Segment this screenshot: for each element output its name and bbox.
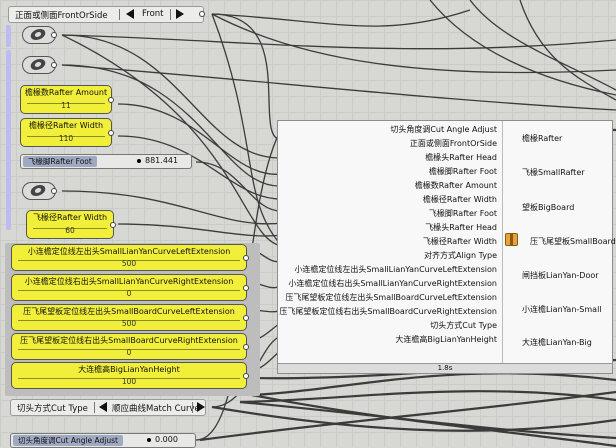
boolean-toggle-1[interactable]	[22, 26, 57, 44]
input-param[interactable]: 大连檐高BigLianYanHeight	[395, 334, 497, 345]
cut-type-value: 顺应曲线Match Curve	[112, 404, 200, 414]
boolean-toggle-3[interactable]	[22, 182, 57, 200]
slider-handle[interactable]	[147, 438, 151, 442]
input-param[interactable]: 檐椽数Rafter Amount	[415, 180, 497, 191]
small-lianyan-right-extension-slider[interactable]: 小连檐定位线右出头SmallLianYanCurveRightExtension…	[11, 274, 249, 301]
front-or-side-label: 正面或侧面FrontOrSide	[15, 11, 108, 21]
input-param[interactable]: 小连檐定位线左出头SmallLianYanCurveLeftExtension	[294, 264, 497, 275]
output-grip[interactable]	[199, 11, 205, 17]
next-option-arrow-icon[interactable]	[197, 402, 205, 412]
output-param[interactable]: 望板BigBoard	[522, 202, 574, 213]
small-board-right-extension-slider[interactable]: 压飞尾望板定位线右出头SmallBoardCurveRightExtension…	[11, 333, 249, 360]
output-grip[interactable]	[243, 315, 249, 321]
input-param[interactable]: 檐椽头Rafter Head	[425, 152, 497, 163]
output-param[interactable]: 檐椽Rafter	[522, 133, 562, 144]
slider-title: 飞椽脚Rafter Foot	[23, 156, 97, 167]
slider-title: 飞椽径Rafter Width	[32, 213, 108, 222]
input-param[interactable]: 飞椽脚Rafter Foot	[429, 208, 497, 219]
slider-value: 110	[58, 134, 74, 143]
output-param[interactable]: 飞椽SmallRafter	[522, 167, 585, 178]
output-param[interactable]: 压飞尾望板SmallBoard	[530, 236, 616, 247]
output-grip[interactable]	[108, 130, 114, 136]
separator	[192, 402, 193, 413]
input-param[interactable]: 对齐方式Align Type	[424, 250, 497, 261]
separator	[170, 9, 171, 20]
rafter-width-slider[interactable]: 檐椽径Rafter Width 110	[20, 118, 114, 147]
boolean-toggle-2[interactable]	[22, 56, 57, 74]
group-bar	[6, 25, 11, 47]
output-grip[interactable]	[243, 285, 249, 291]
input-param[interactable]: 檐椽径Rafter Width	[423, 194, 497, 205]
output-grip[interactable]	[108, 97, 114, 103]
big-lianyan-height-slider[interactable]: 大连檐高BigLianYanHeight 100	[11, 362, 249, 389]
slider-title: 小连檐定位线左出头SmallLianYanCurveLeftExtension	[27, 247, 231, 256]
output-grip[interactable]	[110, 222, 116, 228]
slider-value: 881.441	[145, 156, 179, 165]
python-script-component[interactable]: 切头角度调Cut Angle Adjust 正面或侧面FrontOrSide 檐…	[277, 120, 616, 374]
slider-title: 檐椽径Rafter Width	[28, 121, 104, 130]
cut-angle-number-slider[interactable]: 切头角度调Cut Angle Adjust 0.000	[10, 433, 196, 448]
next-option-arrow-icon[interactable]	[176, 9, 184, 19]
slider-value: 0	[126, 348, 132, 357]
separator	[94, 402, 95, 413]
slider-value: 0	[126, 289, 132, 298]
cut-type-selector[interactable]: 切头方式Cut Type 顺应曲线Match Curve	[10, 399, 206, 416]
front-or-side-value: Front	[142, 9, 164, 19]
input-param[interactable]: 飞椽径Rafter Width	[423, 236, 497, 247]
python-icon	[505, 233, 518, 246]
previous-option-arrow-icon[interactable]	[99, 402, 107, 412]
input-param[interactable]: 檐椽脚Rafter Foot	[429, 166, 497, 177]
cut-type-label: 切头方式Cut Type	[17, 404, 88, 414]
block-divider	[502, 121, 503, 364]
output-grip[interactable]	[51, 32, 57, 38]
output-param[interactable]: 闸挡板LianYan-Door	[522, 270, 599, 281]
small-board-left-extension-slider[interactable]: 压飞尾望板定位线左出头SmallBoardCurveLeftExtension …	[11, 304, 249, 331]
input-param[interactable]: 小连檐定位线右出头SmallLianYanCurveRightExtension	[288, 278, 497, 289]
output-param[interactable]: 小连檐LianYan-Small	[522, 304, 602, 315]
input-param[interactable]: 切头方式Cut Type	[430, 320, 497, 331]
output-grip[interactable]	[51, 188, 57, 194]
slider-value: 100	[121, 377, 137, 386]
output-grip[interactable]	[243, 344, 249, 350]
separator	[119, 9, 120, 20]
input-param[interactable]: 正面或侧面FrontOrSide	[410, 138, 497, 149]
slider-title: 切头角度调Cut Angle Adjust	[13, 435, 123, 446]
slider-handle[interactable]	[137, 159, 141, 163]
input-param[interactable]: 压飞尾望板定位线左出头SmallBoardCurveLeftExtension	[285, 292, 497, 303]
output-grip[interactable]	[51, 62, 57, 68]
output-grip[interactable]	[243, 373, 249, 379]
runtime-status: 1.8s	[278, 363, 612, 373]
rafter-amount-slider[interactable]: 檐椽数Rafter Amount 11	[20, 85, 114, 114]
slider-title: 小连檐定位线右出头SmallLianYanCurveRightExtension	[24, 277, 234, 286]
group-bar	[6, 50, 11, 230]
small-rafter-width-slider[interactable]: 飞椽径Rafter Width 60	[26, 210, 116, 239]
slider-title: 压飞尾望板定位线右出头SmallBoardCurveRightExtension	[20, 336, 238, 345]
slider-value: 60	[65, 226, 75, 235]
input-param[interactable]: 切头角度调Cut Angle Adjust	[390, 124, 497, 135]
previous-option-arrow-icon[interactable]	[126, 9, 134, 19]
slider-title: 大连檐高BigLianYanHeight	[78, 365, 180, 374]
slider-title: 檐椽数Rafter Amount	[24, 88, 108, 97]
front-or-side-selector[interactable]: 正面或侧面FrontOrSide Front	[8, 6, 205, 23]
slider-value: 500	[121, 259, 137, 268]
ring-icon	[28, 59, 48, 70]
input-param[interactable]: 飞椽头Rafter Head	[425, 222, 497, 233]
ring-icon	[28, 185, 48, 196]
slider-value: 0.000	[155, 435, 178, 444]
slider-value: 11	[61, 101, 71, 110]
ring-icon	[28, 29, 48, 40]
slider-title: 压飞尾望板定位线左出头SmallBoardCurveLeftExtension	[23, 307, 235, 316]
output-param[interactable]: 大连檐LianYan-Big	[522, 337, 592, 348]
small-lianyan-left-extension-slider[interactable]: 小连檐定位线左出头SmallLianYanCurveLeftExtension …	[11, 244, 249, 271]
rafter-foot-number-slider[interactable]: 飞椽脚Rafter Foot 881.441	[20, 154, 192, 169]
input-param[interactable]: 压飞尾望板定位线右出头SmallBoardCurveRightExtension	[279, 306, 497, 317]
output-grip[interactable]	[243, 255, 249, 261]
slider-value: 500	[121, 319, 137, 328]
